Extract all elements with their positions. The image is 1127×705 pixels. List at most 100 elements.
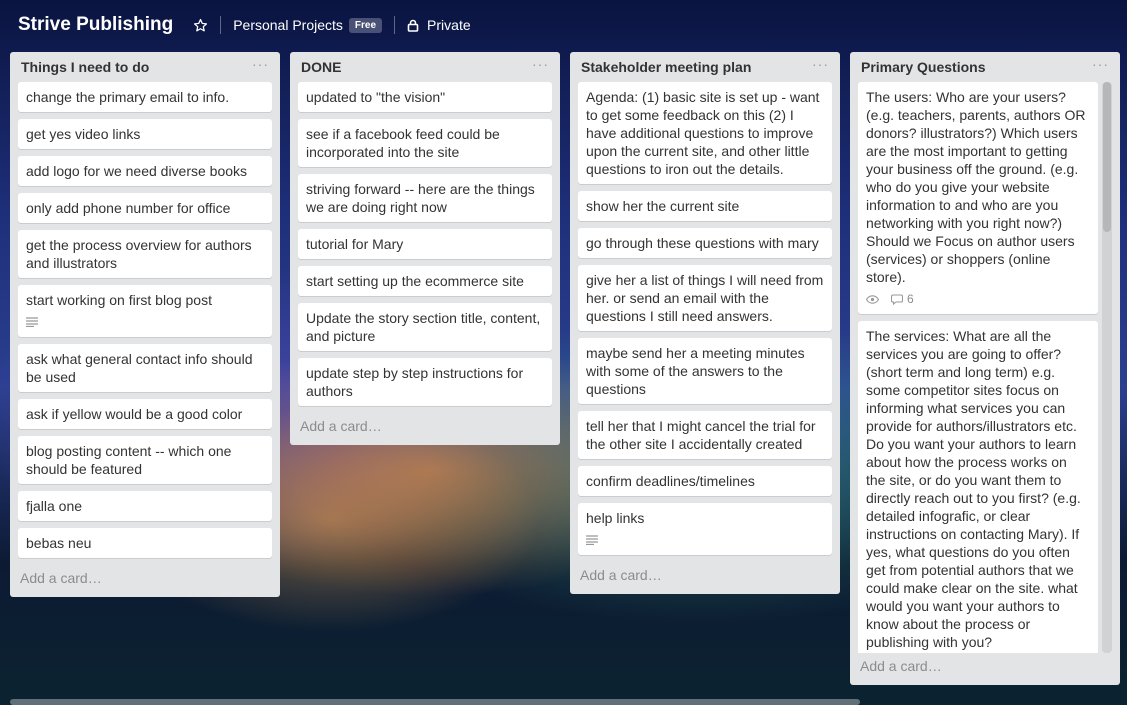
card[interactable]: Update the story section title, content,… — [298, 303, 552, 351]
card[interactable]: only add phone number for office — [18, 193, 272, 223]
card[interactable]: get the process overview for authors and… — [18, 230, 272, 278]
card[interactable]: update step by step instructions for aut… — [298, 358, 552, 406]
vertical-scrollbar[interactable] — [1102, 82, 1112, 653]
card[interactable]: start working on first blog post — [18, 285, 272, 337]
board-title[interactable]: Strive Publishing — [18, 14, 173, 36]
description-icon — [26, 317, 38, 327]
card[interactable]: ask if yellow would be a good color — [18, 399, 272, 429]
board-header: Strive Publishing Personal Projects Free… — [0, 0, 1127, 50]
card-title: get yes video links — [26, 126, 141, 142]
privacy-button[interactable]: Private — [407, 17, 471, 33]
card[interactable]: blog posting content -- which one should… — [18, 436, 272, 484]
card-title: show her the current site — [586, 198, 740, 214]
card-title: see if a facebook feed could be incorpor… — [306, 126, 500, 160]
list-header: Primary Questions ··· — [858, 52, 1112, 82]
card[interactable]: help links — [578, 503, 832, 555]
card-title: Update the story section title, content,… — [306, 310, 541, 344]
add-card-button[interactable]: Add a card… — [578, 562, 832, 594]
add-card-button[interactable]: Add a card… — [858, 653, 1112, 685]
card-title: help links — [586, 510, 645, 526]
board-horizontal-scrollbar[interactable] — [10, 699, 860, 705]
card-title: The users: Who are your users? (e.g. tea… — [866, 89, 1086, 285]
card-badges — [26, 313, 264, 331]
card-title: change the primary email to info. — [26, 89, 230, 105]
card-title: striving forward -- here are the things … — [306, 181, 535, 215]
add-card-button[interactable]: Add a card… — [18, 565, 272, 597]
card[interactable]: change the primary email to info. — [18, 82, 272, 112]
card[interactable]: The services: What are all the services … — [858, 321, 1098, 653]
star-icon[interactable] — [193, 18, 208, 33]
card[interactable]: bebas neu — [18, 528, 272, 558]
card-scroll-area[interactable]: The users: Who are your users? (e.g. tea… — [858, 82, 1112, 653]
list-things-i-need-to-do: Things I need to do ··· change the prima… — [10, 52, 280, 597]
card-title: only add phone number for office — [26, 200, 231, 216]
card[interactable]: updated to "the vision" — [298, 82, 552, 112]
list-title[interactable]: DONE — [301, 59, 341, 75]
card-badges — [586, 531, 824, 549]
card-title: ask what general contact info should be … — [26, 351, 253, 385]
list-menu-icon[interactable]: ··· — [252, 57, 269, 75]
scrollbar-thumb[interactable] — [1103, 82, 1111, 232]
list-done: DONE ··· updated to "the vision" see if … — [290, 52, 560, 445]
card-title: fjalla one — [26, 498, 83, 514]
card-list: updated to "the vision" see if a faceboo… — [298, 82, 552, 413]
list-title[interactable]: Stakeholder meeting plan — [581, 59, 751, 75]
comment-badge: 6 — [891, 290, 914, 308]
card-title: add logo for we need diverse books — [26, 163, 248, 179]
card[interactable]: get yes video links — [18, 119, 272, 149]
list-menu-icon[interactable]: ··· — [532, 57, 549, 75]
card-badges: 6 — [866, 290, 1090, 308]
card[interactable]: confirm deadlines/timelines — [578, 466, 832, 496]
card-title: get the process overview for authors and… — [26, 237, 252, 271]
card-title: confirm deadlines/timelines — [586, 473, 755, 489]
list-menu-icon[interactable]: ··· — [1092, 57, 1109, 75]
description-icon — [586, 535, 598, 545]
card-title: updated to "the vision" — [306, 89, 446, 105]
team-name[interactable]: Personal Projects — [233, 17, 343, 33]
list-primary-questions: Primary Questions ··· The users: Who are… — [850, 52, 1120, 685]
header-divider — [394, 16, 396, 34]
card[interactable]: see if a facebook feed could be incorpor… — [298, 119, 552, 167]
card-title: The services: What are all the services … — [866, 328, 1081, 650]
add-card-button[interactable]: Add a card… — [298, 413, 552, 445]
card[interactable]: striving forward -- here are the things … — [298, 174, 552, 222]
card-list: Agenda: (1) basic site is set up - want … — [578, 82, 832, 562]
card[interactable]: give her a list of things I will need fr… — [578, 265, 832, 331]
card[interactable]: The users: Who are your users? (e.g. tea… — [858, 82, 1098, 314]
card-title: go through these questions with mary — [586, 235, 819, 251]
lock-icon — [407, 19, 419, 32]
card-list: The users: Who are your users? (e.g. tea… — [858, 82, 1098, 653]
card-title: tell her that I might cancel the trial f… — [586, 418, 816, 452]
list-header: Stakeholder meeting plan ··· — [578, 52, 832, 82]
list-title[interactable]: Things I need to do — [21, 59, 149, 75]
list-header: DONE ··· — [298, 52, 552, 82]
card-title: update step by step instructions for aut… — [306, 365, 524, 399]
list-title[interactable]: Primary Questions — [861, 59, 986, 75]
card-title: bebas neu — [26, 535, 92, 551]
card-list: change the primary email to info. get ye… — [18, 82, 272, 565]
card[interactable]: maybe send her a meeting minutes with so… — [578, 338, 832, 404]
comment-icon — [891, 293, 903, 305]
card[interactable]: Agenda: (1) basic site is set up - want … — [578, 82, 832, 184]
card-title: Agenda: (1) basic site is set up - want … — [586, 89, 820, 177]
card-title: maybe send her a meeting minutes with so… — [586, 345, 805, 397]
watching-icon — [866, 294, 879, 304]
card[interactable]: show her the current site — [578, 191, 832, 221]
card-title: blog posting content -- which one should… — [26, 443, 232, 477]
header-divider — [220, 16, 222, 34]
card[interactable]: start setting up the ecommerce site — [298, 266, 552, 296]
comment-count: 6 — [907, 292, 914, 306]
card[interactable]: fjalla one — [18, 491, 272, 521]
card[interactable]: add logo for we need diverse books — [18, 156, 272, 186]
card-title: start working on first blog post — [26, 292, 212, 308]
card[interactable]: go through these questions with mary — [578, 228, 832, 258]
card[interactable]: tell her that I might cancel the trial f… — [578, 411, 832, 459]
list-stakeholder-meeting-plan: Stakeholder meeting plan ··· Agenda: (1)… — [570, 52, 840, 594]
card-title: start setting up the ecommerce site — [306, 273, 524, 289]
list-menu-icon[interactable]: ··· — [812, 57, 829, 75]
team-plan-badge: Free — [348, 17, 383, 33]
list-header: Things I need to do ··· — [18, 52, 272, 82]
privacy-label: Private — [427, 17, 471, 33]
card[interactable]: tutorial for Mary — [298, 229, 552, 259]
card[interactable]: ask what general contact info should be … — [18, 344, 272, 392]
